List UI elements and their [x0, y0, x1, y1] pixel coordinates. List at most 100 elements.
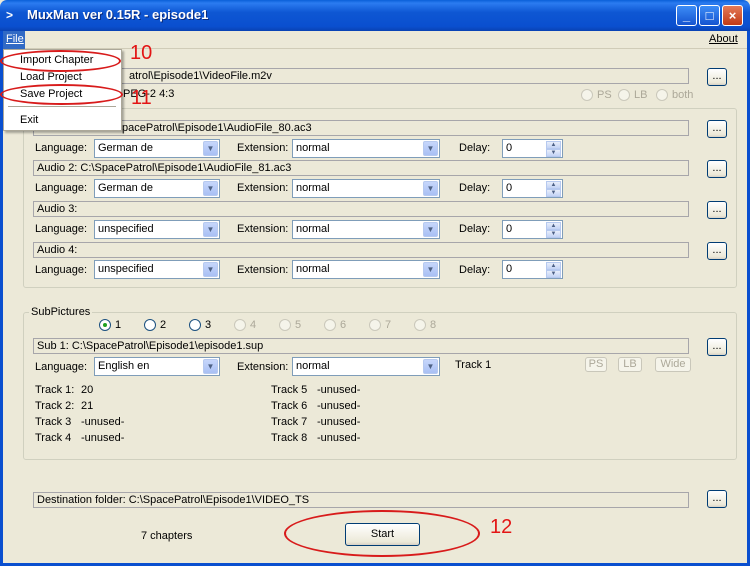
- audio2-extension-select[interactable]: normal ▼: [292, 179, 440, 198]
- subpicture-radio-label: 7: [385, 319, 392, 331]
- radio-lb-label: LB: [634, 89, 648, 101]
- audio2-delay-spinner[interactable]: 0 ▲ ▼: [502, 179, 563, 198]
- spin-down-icon[interactable]: ▼: [546, 230, 561, 238]
- menu-item-exit[interactable]: Exit: [20, 114, 38, 126]
- subpicture-radio-6[interactable]: [324, 319, 336, 331]
- menu-file[interactable]: File: [3, 31, 25, 49]
- spin-up-icon[interactable]: ▲: [546, 262, 561, 270]
- track-label: Track 1:: [35, 384, 75, 396]
- audio3-delay-label: Delay:: [459, 223, 491, 235]
- audio4-delay-spinner[interactable]: 0 ▲ ▼: [502, 260, 563, 279]
- audio1-delay-label: Delay:: [459, 142, 491, 154]
- chevron-down-icon: ▼: [423, 181, 438, 196]
- audio2-language-label: Language:: [35, 182, 87, 194]
- audio3-extension-select[interactable]: normal ▼: [292, 220, 440, 239]
- track-label: Track 8: [271, 432, 308, 444]
- subpictures-group: [23, 312, 737, 460]
- subpicture-radio-label: 4: [250, 319, 257, 331]
- subpicture-radio-8[interactable]: [414, 319, 426, 331]
- close-button[interactable]: ×: [722, 5, 743, 26]
- chevron-down-icon: ▼: [203, 359, 218, 374]
- audio1-language-select[interactable]: German de ▼: [94, 139, 220, 158]
- menu-item-load-project[interactable]: Load Project: [20, 71, 82, 83]
- audio3-language-label: Language:: [35, 223, 87, 235]
- sub-lb-button[interactable]: LB: [618, 357, 642, 372]
- audio3-delay-spinner[interactable]: 0 ▲ ▼: [502, 220, 563, 239]
- chevron-down-icon: ▼: [423, 262, 438, 277]
- audio4-extension-label: Extension:: [237, 264, 289, 276]
- audio2-path: Audio 2: C:\SpacePatrol\Episode1\AudioFi…: [33, 160, 689, 176]
- sub1-language-select[interactable]: English en ▼: [94, 357, 220, 376]
- video-browse-button[interactable]: ...: [707, 68, 727, 86]
- subpicture-radio-1[interactable]: [99, 319, 111, 331]
- audio1-delay-spinner[interactable]: 0 ▲ ▼: [502, 139, 563, 158]
- audio2-delay-label: Delay:: [459, 182, 491, 194]
- sub1-browse-button[interactable]: ...: [707, 338, 727, 356]
- sub1-track-label: Track 1: [455, 359, 492, 371]
- track-value: 21: [81, 400, 94, 412]
- track-label: Track 7: [271, 416, 308, 428]
- track-value: -unused-: [317, 384, 361, 396]
- sub-wide-button[interactable]: Wide: [655, 357, 691, 372]
- close-icon: ×: [728, 8, 737, 23]
- radio-lb[interactable]: [618, 89, 630, 101]
- maximize-icon: □: [705, 8, 714, 23]
- track-value: 20: [81, 384, 94, 396]
- menu-separator: [8, 106, 116, 107]
- destination-browse-button[interactable]: ...: [707, 490, 727, 508]
- subpicture-radio-3[interactable]: [189, 319, 201, 331]
- audio3-extension-label: Extension:: [237, 223, 289, 235]
- sub1-language-label: Language:: [35, 361, 87, 373]
- audio1-path: pacePatrol\Episode1\AudioFile_80.ac3: [33, 120, 689, 136]
- minimize-button[interactable]: _: [676, 5, 697, 26]
- track-label: Track 5: [271, 384, 308, 396]
- spin-down-icon[interactable]: ▼: [546, 270, 561, 278]
- annotation-10: 10: [130, 42, 153, 64]
- spin-up-icon[interactable]: ▲: [546, 181, 561, 189]
- track-value: -unused-: [81, 432, 125, 444]
- radio-ps[interactable]: [581, 89, 593, 101]
- subpicture-radio-2[interactable]: [144, 319, 156, 331]
- track-label: Track 2:: [35, 400, 75, 412]
- chevron-down-icon: ▼: [423, 141, 438, 156]
- annotation-ellipse-save: [0, 84, 123, 105]
- track-value: -unused-: [317, 416, 361, 428]
- audio2-language-select[interactable]: German de ▼: [94, 179, 220, 198]
- audio3-language-select[interactable]: unspecified ▼: [94, 220, 220, 239]
- subpicture-radio-7[interactable]: [369, 319, 381, 331]
- audio4-browse-button[interactable]: ...: [707, 242, 727, 260]
- annotation-ellipse-import: [0, 50, 121, 72]
- subpicture-radio-label: 2: [160, 319, 167, 331]
- spin-down-icon[interactable]: ▼: [546, 149, 561, 157]
- audio2-extension-label: Extension:: [237, 182, 289, 194]
- annotation-ellipse-start: [284, 510, 480, 557]
- spin-down-icon[interactable]: ▼: [546, 189, 561, 197]
- subpicture-radio-5[interactable]: [279, 319, 291, 331]
- audio1-browse-button[interactable]: ...: [707, 120, 727, 138]
- subpicture-radio-4[interactable]: [234, 319, 246, 331]
- subpicture-radio-label: 8: [430, 319, 437, 331]
- sub-ps-button[interactable]: PS: [585, 357, 607, 372]
- audio3-browse-button[interactable]: ...: [707, 201, 727, 219]
- menu-about[interactable]: About: [709, 33, 738, 45]
- audio4-extension-select[interactable]: normal ▼: [292, 260, 440, 279]
- spin-up-icon[interactable]: ▲: [546, 141, 561, 149]
- audio1-extension-select[interactable]: normal ▼: [292, 139, 440, 158]
- audio4-language-select[interactable]: unspecified ▼: [94, 260, 220, 279]
- audio2-browse-button[interactable]: ...: [707, 160, 727, 178]
- chevron-down-icon: ▼: [423, 222, 438, 237]
- maximize-button[interactable]: □: [699, 5, 720, 26]
- video-path: atrol\Episode1\VideoFile.m2v: [35, 68, 689, 84]
- app-icon: >: [6, 8, 14, 22]
- spin-up-icon[interactable]: ▲: [546, 222, 561, 230]
- chevron-down-icon: ▼: [423, 359, 438, 374]
- sub1-extension-label: Extension:: [237, 361, 289, 373]
- chapters-count: 7 chapters: [141, 530, 193, 542]
- sub1-extension-select[interactable]: normal ▼: [292, 357, 440, 376]
- track-value: -unused-: [317, 400, 361, 412]
- audio1-extension-label: Extension:: [237, 142, 289, 154]
- radio-both[interactable]: [656, 89, 668, 101]
- minimize-icon: _: [682, 8, 691, 23]
- subpicture-radio-label: 5: [295, 319, 302, 331]
- audio3-path: Audio 3:: [33, 201, 689, 217]
